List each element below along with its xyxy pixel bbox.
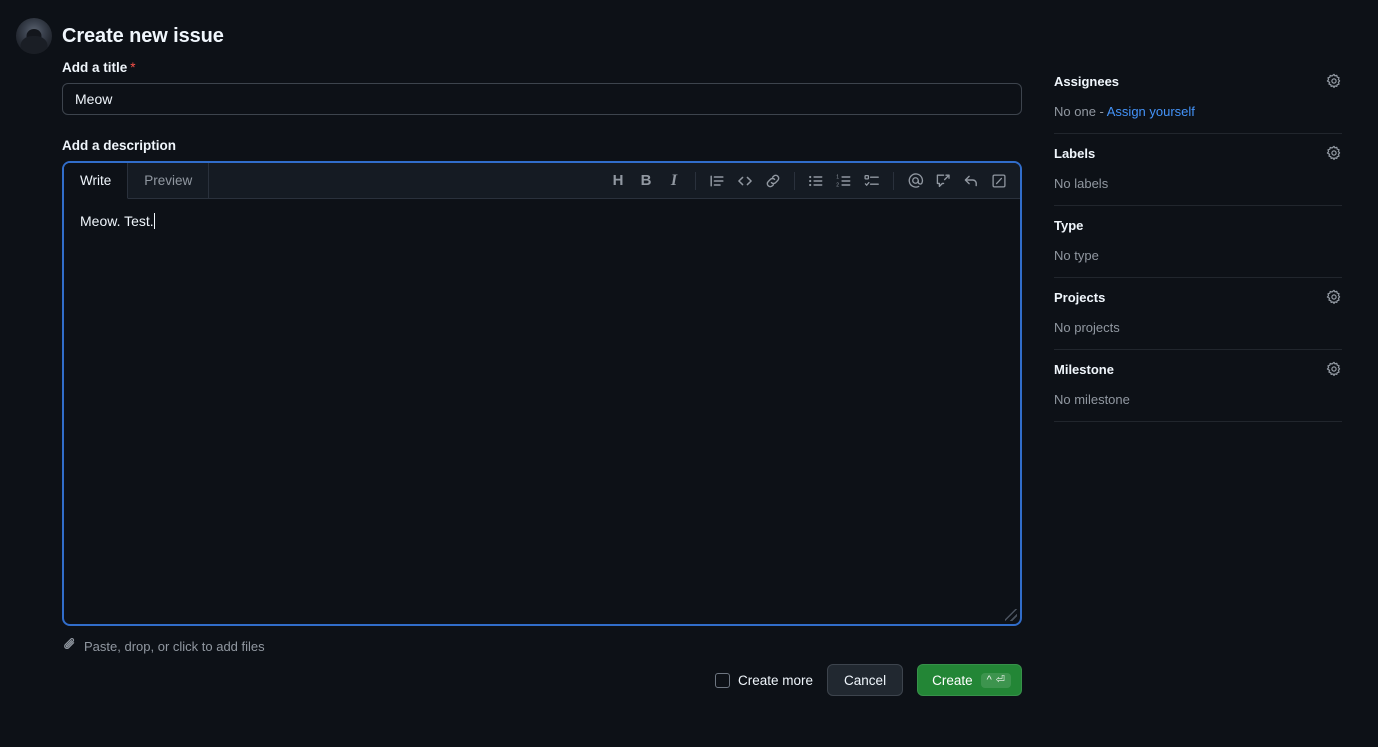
- saved-reply-icon[interactable]: [958, 168, 984, 194]
- bold-glyph: B: [640, 172, 652, 189]
- editor-tabs: Write Preview: [64, 163, 210, 199]
- page-header: Create new issue: [16, 18, 224, 54]
- milestone-value: No milestone: [1054, 392, 1130, 407]
- italic-icon[interactable]: I: [661, 168, 687, 194]
- description-field-label: Add a description: [62, 138, 177, 153]
- toolbar-divider-1: [695, 171, 696, 190]
- assign-yourself-link[interactable]: Assign yourself: [1107, 104, 1195, 119]
- code-icon[interactable]: [732, 168, 758, 194]
- create-more-toggle[interactable]: Create more: [715, 672, 814, 688]
- svg-text:2: 2: [836, 182, 839, 188]
- assignees-value: No one - Assign yourself: [1054, 104, 1342, 119]
- cancel-button[interactable]: Cancel: [827, 664, 904, 696]
- heading-icon[interactable]: H: [605, 168, 631, 194]
- gear-icon[interactable]: [1326, 73, 1342, 89]
- create-button-label: Create: [932, 672, 973, 688]
- sidebar-section-type: Type No type: [1054, 206, 1342, 278]
- title-label-text: Add a title: [62, 60, 128, 75]
- sidebar-section-labels: Labels No labels: [1054, 134, 1342, 206]
- markdown-editor: Write Preview H B I 1 2 Meow. Test.: [62, 161, 1022, 626]
- editor-toolbar: Write Preview H B I 1 2: [64, 163, 1020, 199]
- attach-files-row[interactable]: Paste, drop, or click to add files: [62, 637, 1022, 655]
- labels-header: Labels: [1054, 142, 1342, 164]
- form-actions: Create more Cancel Create ^ ⏎: [62, 664, 1022, 696]
- sidebar-section-milestone: Milestone No milestone: [1054, 350, 1342, 422]
- projects-value: No projects: [1054, 320, 1120, 335]
- milestone-title: Milestone: [1054, 361, 1114, 377]
- create-more-label: Create more: [738, 672, 814, 688]
- page-title: Create new issue: [62, 25, 224, 47]
- create-more-checkbox[interactable]: [715, 672, 731, 688]
- cross-reference-icon[interactable]: [930, 168, 956, 194]
- quote-icon[interactable]: [704, 168, 730, 194]
- italic-glyph: I: [670, 171, 678, 189]
- title-field-label: Add a title *: [62, 60, 1022, 75]
- toolbar-divider-2: [794, 171, 795, 190]
- paperclip-icon: [62, 637, 77, 655]
- projects-header: Projects: [1054, 286, 1342, 308]
- milestone-header: Milestone: [1054, 358, 1342, 380]
- tab-preview[interactable]: Preview: [128, 163, 210, 198]
- heading-glyph: H: [612, 172, 624, 189]
- shortcut-ctrl: ^: [986, 673, 992, 686]
- type-title: Type: [1054, 217, 1084, 233]
- gear-icon[interactable]: [1326, 289, 1342, 305]
- create-button[interactable]: Create ^ ⏎: [917, 664, 1022, 696]
- labels-title: Labels: [1054, 145, 1096, 161]
- description-text: Meow. Test.: [80, 213, 154, 229]
- ordered-list-icon[interactable]: 1 2: [831, 168, 857, 194]
- link-icon[interactable]: [760, 168, 786, 194]
- shortcut-enter: ⏎: [995, 673, 1005, 686]
- svg-text:1: 1: [836, 174, 839, 180]
- type-header: Type: [1054, 214, 1342, 236]
- required-marker: *: [130, 60, 136, 75]
- projects-title: Projects: [1054, 289, 1106, 305]
- assignees-empty-text: No one -: [1054, 104, 1107, 119]
- create-shortcut-badge: ^ ⏎: [980, 672, 1011, 688]
- unordered-list-icon[interactable]: [803, 168, 829, 194]
- issue-title-input[interactable]: [62, 83, 1022, 115]
- task-list-icon[interactable]: [859, 168, 885, 194]
- issue-form: Add a title* Add a description Write Pre…: [62, 60, 1022, 655]
- gear-icon[interactable]: [1326, 361, 1342, 377]
- text-caret: [153, 213, 155, 229]
- mention-icon[interactable]: [902, 168, 928, 194]
- markdown-toggle-icon[interactable]: [986, 168, 1012, 194]
- assignees-title: Assignees: [1054, 73, 1120, 89]
- gear-icon[interactable]: [1326, 145, 1342, 161]
- type-value: No type: [1054, 248, 1099, 263]
- tab-write[interactable]: Write: [64, 163, 129, 199]
- formatting-tools: H B I 1 2: [605, 163, 1020, 198]
- avatar: [16, 18, 52, 54]
- bold-icon[interactable]: B: [633, 168, 659, 194]
- labels-value: No labels: [1054, 176, 1109, 191]
- sidebar-section-assignees: Assignees No one - Assign yourself: [1054, 62, 1342, 134]
- attach-files-label: Paste, drop, or click to add files: [84, 638, 265, 654]
- toolbar-divider-3: [893, 171, 894, 190]
- sidebar-section-projects: Projects No projects: [1054, 278, 1342, 350]
- issue-sidebar: Assignees No one - Assign yourself Label…: [1054, 62, 1342, 422]
- description-textarea[interactable]: Meow. Test.: [64, 199, 1020, 624]
- assignees-header: Assignees: [1054, 70, 1342, 92]
